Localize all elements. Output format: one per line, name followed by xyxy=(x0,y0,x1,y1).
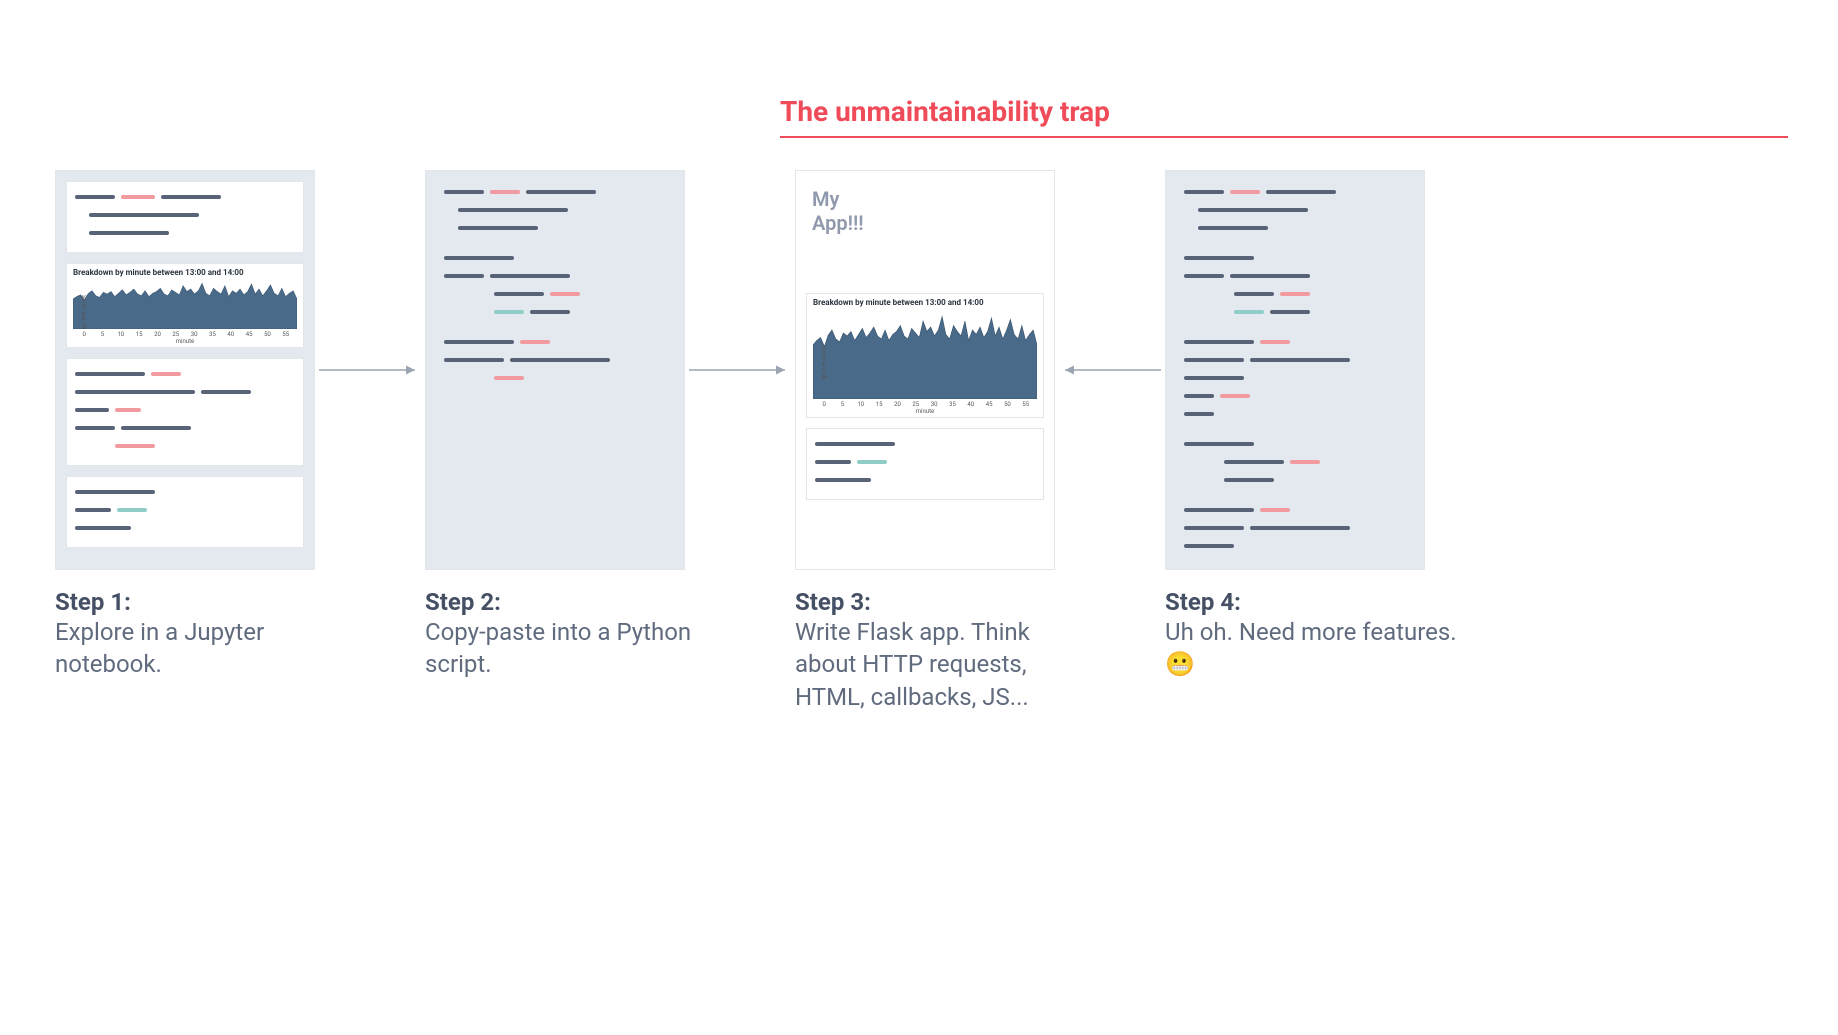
mini-area-chart-a xyxy=(73,279,297,329)
mini-chart-ylabel: go live count xyxy=(80,295,87,329)
step-3-text: Write Flask app. Think about HTTP reques… xyxy=(795,618,1030,711)
arrow-3 xyxy=(1055,170,1165,570)
step-4-text: Uh oh. Need more features.😬 xyxy=(1165,618,1457,678)
app-chart-ylabel: go live count xyxy=(820,345,827,379)
mini-chart-title: Breakdown by minute between 13:00 and 14… xyxy=(73,268,297,277)
step-4-column: Step 4: Uh oh. Need more features.😬 xyxy=(1165,170,1425,681)
arrow-1 xyxy=(315,170,425,570)
step-2-label: Step 2: xyxy=(425,588,501,616)
notebook-cell-code xyxy=(66,181,304,253)
arrow-2 xyxy=(685,170,795,570)
app-chart-xlabel: minute xyxy=(813,408,1037,415)
step-4-caption: Step 4: Uh oh. Need more features.😬 xyxy=(1165,588,1465,681)
step-3-caption: Step 3: Write Flask app. Think about HTT… xyxy=(795,588,1095,713)
arrow-right-icon xyxy=(685,360,795,380)
app-code-cell xyxy=(806,428,1044,500)
arrow-right-icon xyxy=(315,360,425,380)
slide: The unmaintainability trap Breakdown by … xyxy=(0,0,1838,1035)
step-3-label: Step 3: xyxy=(795,588,871,616)
step-2-text: Copy-paste into a Python script. xyxy=(425,618,691,678)
script-code-long xyxy=(1176,181,1414,551)
step-1-label: Step 1: xyxy=(55,588,131,616)
trap-divider xyxy=(780,136,1788,138)
step-1-column: Breakdown by minute between 13:00 and 14… xyxy=(55,170,315,681)
mini-chart-body: go live count 0510152025303540455055 min… xyxy=(73,279,297,345)
mini-chart-xticks: 0510152025303540455055 xyxy=(73,331,297,338)
step-4-label: Step 4: xyxy=(1165,588,1241,616)
notebook-cell-code xyxy=(66,358,304,466)
step-2-caption: Step 2: Copy-paste into a Python script. xyxy=(425,588,725,681)
notebook-cell-code xyxy=(66,476,304,548)
app-chart-title: Breakdown by minute between 13:00 and 14… xyxy=(813,298,1037,307)
python-script-panel xyxy=(425,170,685,570)
notebook-chart-output: Breakdown by minute between 13:00 and 14… xyxy=(66,263,304,348)
flask-app-panel: MyApp!!! Breakdown by minute between 13:… xyxy=(795,170,1055,570)
step-1-caption: Step 1: Explore in a Jupyter notebook. xyxy=(55,588,355,681)
more-features-panel xyxy=(1165,170,1425,570)
step-1-text: Explore in a Jupyter notebook. xyxy=(55,618,264,678)
app-chart-xticks: 0510152025303540455055 xyxy=(813,401,1037,408)
steps-row: Breakdown by minute between 13:00 and 14… xyxy=(55,170,1788,713)
arrow-left-icon xyxy=(1055,360,1165,380)
app-area-chart xyxy=(813,309,1037,399)
mini-chart-xlabel: minute xyxy=(73,338,297,345)
app-title: MyApp!!! xyxy=(806,181,1044,243)
app-chart-card: Breakdown by minute between 13:00 and 14… xyxy=(806,293,1044,418)
step-3-column: MyApp!!! Breakdown by minute between 13:… xyxy=(795,170,1055,713)
step-2-column: Step 2: Copy-paste into a Python script. xyxy=(425,170,685,681)
jupyter-notebook-panel: Breakdown by minute between 13:00 and 14… xyxy=(55,170,315,570)
trap-title: The unmaintainability trap xyxy=(780,95,1788,128)
script-code xyxy=(436,181,674,383)
trap-header: The unmaintainability trap xyxy=(780,95,1788,138)
